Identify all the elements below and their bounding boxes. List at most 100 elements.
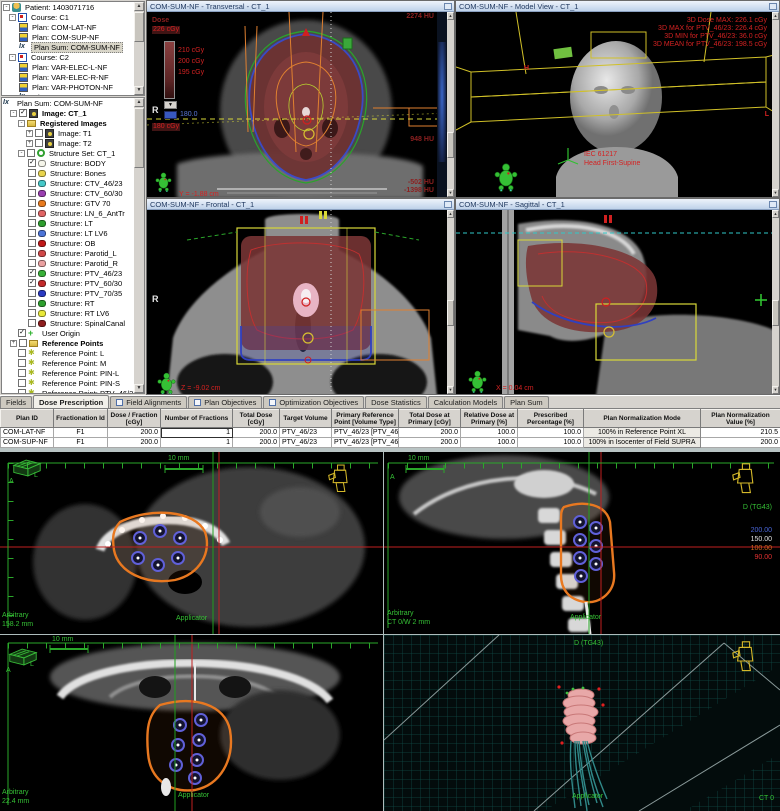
tree-item[interactable]: Plan: VAR-ELEC-R-NF: [2, 72, 133, 82]
cell[interactable]: 200.0: [399, 438, 461, 448]
view-scrollbar[interactable]: ▲ ▼: [772, 12, 779, 197]
tree-item[interactable]: ✓Structure: PTV_46/23: [2, 268, 133, 278]
tab-dose-statistics[interactable]: Dose Statistics: [365, 396, 427, 408]
tree-item[interactable]: Structure: PTV_70/35: [2, 288, 133, 298]
scroll-up-icon[interactable]: ▲: [447, 12, 454, 20]
tree-item[interactable]: -Course: C1: [2, 12, 133, 22]
tree-item[interactable]: Plan: VAR-ELEC-L-NF: [2, 62, 133, 72]
tree-item[interactable]: ✱Reference Point: M: [2, 358, 133, 368]
tree-item[interactable]: -✓Image: CT_1: [2, 108, 133, 118]
cell[interactable]: 1: [161, 438, 233, 448]
cell[interactable]: 100% in Isocenter of Field SUPRA: [584, 438, 701, 448]
tree-item[interactable]: +Image: T1: [2, 128, 133, 138]
cell[interactable]: F1: [54, 428, 108, 438]
scroll-up-icon[interactable]: ▲: [447, 210, 454, 218]
column-header[interactable]: Target Volume: [280, 410, 332, 428]
expand-toggle-icon[interactable]: -: [18, 150, 25, 157]
cell[interactable]: COM-LAT-NF: [1, 428, 54, 438]
viewport-restore-button[interactable]: [769, 3, 777, 10]
scrollbar-thumb[interactable]: [447, 300, 454, 326]
checkbox[interactable]: [28, 249, 36, 257]
checkbox[interactable]: [28, 309, 36, 317]
tree-item[interactable]: ✓Structure: PTV_60/30: [2, 278, 133, 288]
brachy-axial-lower-viewport[interactable]: 10 mm A L Arbitrary 22.4 mm Applicator: [0, 635, 383, 811]
tree-item[interactable]: Structure: LN_6_AntTr: [2, 208, 133, 218]
tree-item[interactable]: ✓Structure: BODY: [2, 158, 133, 168]
checkbox[interactable]: [35, 129, 43, 137]
tree-item[interactable]: -Structure Set: CT_1: [2, 148, 133, 158]
tree-item[interactable]: IxPlan Sum: COM-SUM-NF: [2, 98, 133, 108]
slice-scrollbar[interactable]: ▲ ▼: [447, 210, 454, 394]
tree-item[interactable]: Plan: COM-SUP-NF: [2, 32, 133, 42]
frontal-viewport[interactable]: COM-SUM-NF - Frontal - CT_1: [146, 198, 455, 395]
cell[interactable]: PTV_46/23 [PTV_46/23]: [332, 428, 399, 438]
checkbox[interactable]: [27, 149, 35, 157]
cell[interactable]: 200.0: [233, 438, 280, 448]
scroll-up-icon[interactable]: ▲: [772, 12, 779, 20]
tree1-scrollbar[interactable]: ▲ ▼: [133, 2, 144, 95]
checkbox[interactable]: [18, 389, 26, 393]
scrollbar-thumb[interactable]: [772, 300, 779, 326]
checkbox[interactable]: [28, 229, 36, 237]
slice-scrollbar[interactable]: ▲ ▼: [447, 12, 454, 197]
column-header[interactable]: Total Dose at Primary [cGy]: [399, 410, 461, 428]
tab-dose-prescription[interactable]: Dose Prescription: [33, 395, 109, 408]
cell[interactable]: 1: [161, 428, 233, 438]
tree-item[interactable]: -Registered Images: [2, 118, 133, 128]
tree-item[interactable]: Structure: SpinalCanal: [2, 318, 133, 328]
checkbox[interactable]: ✓: [28, 269, 36, 277]
checkbox[interactable]: [28, 189, 36, 197]
tree-item[interactable]: Structure: OB: [2, 238, 133, 248]
expand-toggle-icon[interactable]: -: [10, 110, 17, 117]
column-header[interactable]: Prescribed Percentage [%]: [518, 410, 584, 428]
checkbox[interactable]: [28, 199, 36, 207]
tree-item[interactable]: Structure: RT: [2, 298, 133, 308]
table-row[interactable]: COM-SUP-NFF1200.01200.0PTV_46/23PTV_46/2…: [1, 438, 780, 448]
cell[interactable]: 100% in Reference Point XL: [584, 428, 701, 438]
tree-item[interactable]: -Course: C2: [2, 52, 133, 62]
viewport-restore-button[interactable]: [444, 3, 452, 10]
tab-optimization-objectives[interactable]: Optimization Objectives: [263, 396, 364, 408]
checkbox[interactable]: [28, 219, 36, 227]
expand-toggle-icon[interactable]: -: [9, 54, 16, 61]
scroll-down-icon[interactable]: ▼: [447, 189, 454, 197]
checkbox[interactable]: [18, 349, 26, 357]
tab-field-alignments[interactable]: Field Alignments: [110, 396, 187, 408]
tree-item[interactable]: IxPlan Sum: COM-SUM-NF: [2, 42, 133, 52]
checkbox[interactable]: [28, 209, 36, 217]
column-header[interactable]: Primary Reference Point [Volume Type]: [332, 410, 399, 428]
tree-item[interactable]: Structure: Parotid_R: [2, 258, 133, 268]
tree-item[interactable]: Structure: CTV_46/23: [2, 178, 133, 188]
checkbox[interactable]: [18, 369, 26, 377]
scroll-down-icon[interactable]: ▼: [772, 386, 779, 394]
tab-fields[interactable]: Fields: [0, 396, 32, 408]
model-view-viewport[interactable]: COM-SUM-NF - Model View - CT_1: [455, 0, 780, 198]
checkbox[interactable]: [19, 339, 27, 347]
tab-checkbox[interactable]: [116, 399, 123, 406]
table-row[interactable]: COM-LAT-NFF1200.01200.0PTV_46/23PTV_46/2…: [1, 428, 780, 438]
checkbox[interactable]: [28, 179, 36, 187]
expand-toggle-icon[interactable]: +: [26, 140, 33, 147]
tree-item[interactable]: ✱Reference Point: PIN-L: [2, 368, 133, 378]
tree-item[interactable]: Structure: GTV 70: [2, 198, 133, 208]
checkbox[interactable]: [28, 289, 36, 297]
scroll-up-icon[interactable]: ▲: [772, 210, 779, 218]
tree-item[interactable]: Plan: COM-LAT-NF: [2, 22, 133, 32]
tree-item[interactable]: Structure: Parotid_L: [2, 248, 133, 258]
expand-toggle-icon[interactable]: +: [26, 130, 33, 137]
column-header[interactable]: Number of Fractions: [161, 410, 233, 428]
tree-item[interactable]: Structure: Bones: [2, 168, 133, 178]
expand-toggle-icon[interactable]: +: [10, 340, 17, 347]
tree-item[interactable]: Plan: VAR-PHOTON-NF: [2, 82, 133, 92]
cell[interactable]: PTV_46/23 [PTV_46/23]: [332, 438, 399, 448]
checkbox[interactable]: ✓: [28, 279, 36, 287]
tree-item[interactable]: Structure: LT LV6: [2, 228, 133, 238]
tree-item[interactable]: ✱Reference Point: L: [2, 348, 133, 358]
checkbox[interactable]: ✓: [18, 329, 26, 337]
cell[interactable]: 100.0: [461, 438, 518, 448]
tree-item[interactable]: ✱Reference Point: PTV_46/23: [2, 388, 133, 393]
brachy-sagittal-viewport[interactable]: 10 mm A D (TG43) 200.00150.00100.0090.00…: [384, 452, 780, 634]
column-header[interactable]: Dose / Fraction [cGy]: [108, 410, 161, 428]
tree-item[interactable]: Structure: CTV_60/30: [2, 188, 133, 198]
transversal-viewport[interactable]: COM-SUM-NF - Transversal - CT_1: [146, 0, 455, 198]
